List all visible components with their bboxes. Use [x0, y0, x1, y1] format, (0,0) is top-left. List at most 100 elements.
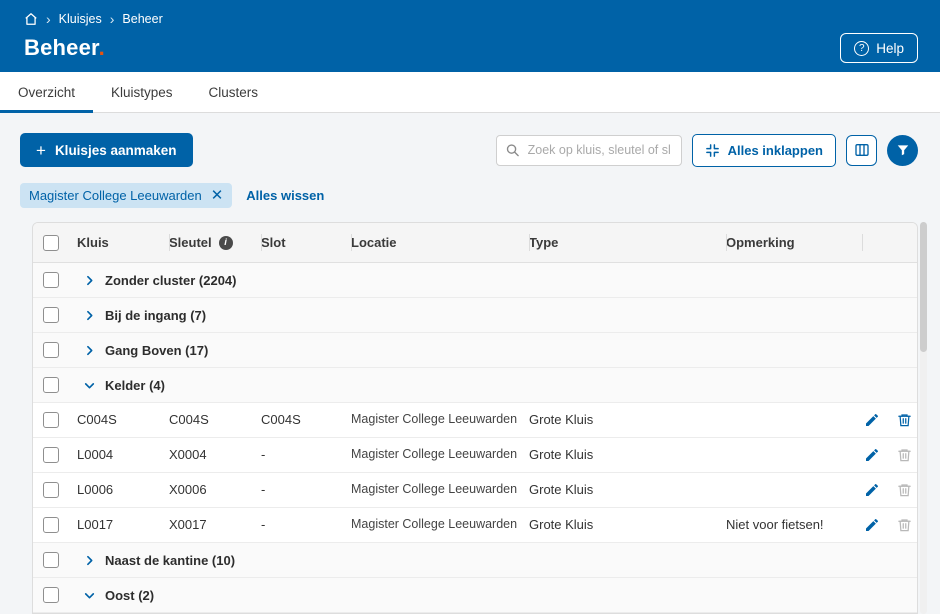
filter-chip-label: Magister College Leeuwarden [29, 188, 202, 203]
delete-button[interactable] [897, 412, 912, 428]
tab-bar: Overzicht Kluistypes Clusters [0, 72, 940, 113]
group-label: Bij de ingang (7) [105, 307, 207, 323]
page-title: Beheer. [24, 35, 105, 60]
breadcrumb-separator-icon: › [46, 11, 51, 27]
tab-clusters[interactable]: Clusters [191, 72, 277, 112]
home-icon[interactable] [24, 12, 38, 26]
delete-button[interactable] [897, 517, 912, 533]
chevron-right-icon[interactable] [83, 309, 96, 322]
group-label: Gang Boven (17) [105, 342, 209, 358]
cell-kluis: C004S [77, 411, 117, 427]
cell-opmerking: Niet voor fietsen! [726, 516, 824, 532]
column-header-slot: Slot [261, 223, 351, 262]
lockers-table: Kluis Sleutel i Slot Locatie Type Opmerki… [32, 222, 918, 614]
filter-button[interactable] [887, 134, 918, 166]
filter-chip: Magister College Leeuwarden ✕ [20, 183, 233, 208]
delete-button[interactable] [897, 447, 912, 463]
edit-button[interactable] [864, 447, 880, 463]
breadcrumb-beheer[interactable]: Beheer [122, 12, 162, 26]
row-checkbox[interactable] [43, 412, 59, 428]
cell-locatie: Magister College Leeuwarden [351, 447, 518, 462]
breadcrumb-separator-icon: › [109, 11, 115, 27]
cell-sleutel: X0006 [169, 481, 207, 497]
chevron-right-icon[interactable] [83, 554, 96, 567]
table-row: C004S C004S C004S Magister College Leeuw… [33, 403, 917, 438]
group-label: Zonder cluster (2204) [105, 272, 237, 288]
search-input[interactable] [495, 134, 682, 166]
group-checkbox[interactable] [43, 342, 59, 358]
cell-locatie: Magister College Leeuwarden [351, 517, 518, 532]
group-checkbox[interactable] [43, 272, 59, 288]
cell-kluis: L0004 [77, 446, 114, 462]
cell-slot: - [261, 446, 266, 462]
cell-type: Grote Kluis [529, 446, 594, 462]
row-checkbox[interactable] [43, 517, 59, 533]
delete-button[interactable] [897, 482, 912, 498]
chevron-down-icon[interactable] [83, 379, 96, 392]
cell-type: Grote Kluis [529, 516, 594, 532]
filter-icon [896, 143, 910, 157]
group-label: Naast de kantine (10) [105, 552, 236, 568]
select-all-checkbox[interactable] [43, 234, 59, 251]
column-header-locatie: Locatie [351, 223, 529, 262]
table-row: L0006 X0006 - Magister College Leeuwarde… [33, 473, 917, 508]
cell-kluis: L0006 [77, 481, 114, 497]
cell-type: Grote Kluis [529, 411, 594, 427]
group-checkbox[interactable] [43, 377, 59, 393]
edit-button[interactable] [864, 412, 880, 428]
group-checkbox[interactable] [43, 552, 59, 568]
active-filters: Magister College Leeuwarden ✕ Alles wiss… [0, 167, 940, 208]
collapse-all-label: Alles inklappen [727, 142, 823, 158]
question-icon: ? [854, 40, 870, 56]
row-checkbox[interactable] [43, 482, 59, 498]
row-checkbox[interactable] [43, 447, 59, 463]
cell-slot: - [261, 516, 266, 532]
create-lockers-button[interactable]: + Kluisjes aanmaken [20, 133, 193, 167]
cell-sleutel: X0017 [169, 516, 207, 532]
collapse-all-button[interactable]: Alles inklappen [691, 133, 836, 167]
breadcrumb-kluisjes[interactable]: Kluisjes [59, 12, 102, 26]
chevron-right-icon[interactable] [83, 274, 96, 287]
title-accent-dot: . [98, 35, 105, 60]
cell-slot: - [261, 481, 266, 497]
cell-kluis: L0017 [77, 516, 114, 532]
search-icon [505, 143, 520, 158]
scrollbar-thumb[interactable] [920, 222, 927, 352]
app-header: › Kluisjes › Beheer Beheer. ? Help [0, 0, 940, 72]
group-row[interactable]: Kelder (4) [33, 368, 917, 403]
clear-all-filters-link[interactable]: Alles wissen [246, 188, 324, 203]
edit-button[interactable] [864, 482, 880, 498]
group-row[interactable]: Bij de ingang (7) [33, 298, 917, 333]
cell-sleutel: X0004 [169, 446, 207, 462]
collapse-icon [705, 143, 720, 158]
info-icon[interactable]: i [218, 235, 233, 250]
help-button-label: Help [876, 40, 904, 56]
group-checkbox[interactable] [43, 307, 59, 323]
cell-sleutel: C004S [169, 411, 209, 427]
help-button[interactable]: ? Help [840, 33, 918, 63]
group-row[interactable]: Naast de kantine (10) [33, 543, 917, 578]
edit-button[interactable] [864, 517, 880, 533]
group-label: Oost (2) [105, 587, 155, 603]
chevron-down-icon[interactable] [83, 589, 96, 602]
group-checkbox[interactable] [43, 587, 59, 603]
chip-close-icon[interactable]: ✕ [211, 188, 224, 203]
group-row[interactable]: Zonder cluster (2204) [33, 263, 917, 298]
tab-overzicht[interactable]: Overzicht [0, 72, 94, 113]
tab-kluistypes[interactable]: Kluistypes [93, 72, 191, 112]
chevron-right-icon[interactable] [83, 344, 96, 357]
group-row[interactable]: Oost (2) [33, 578, 917, 613]
table-scrollbar[interactable] [920, 222, 927, 614]
cell-locatie: Magister College Leeuwarden [351, 482, 518, 497]
cell-locatie: Magister College Leeuwarden [351, 412, 518, 427]
column-header-sleutel: Sleutel i [169, 223, 261, 262]
table-body: Zonder cluster (2204) Bij de ingang (7) … [33, 263, 917, 613]
group-row[interactable]: Gang Boven (17) [33, 333, 917, 368]
create-lockers-label: Kluisjes aanmaken [54, 142, 177, 158]
columns-button[interactable] [846, 134, 877, 166]
toolbar: + Kluisjes aanmaken Alles inklappen [0, 113, 940, 167]
table-header: Kluis Sleutel i Slot Locatie Type Opmerki… [33, 223, 917, 263]
table-wrap: Kluis Sleutel i Slot Locatie Type Opmerki… [32, 222, 927, 614]
column-header-actions [862, 223, 917, 262]
search-box [495, 134, 682, 166]
